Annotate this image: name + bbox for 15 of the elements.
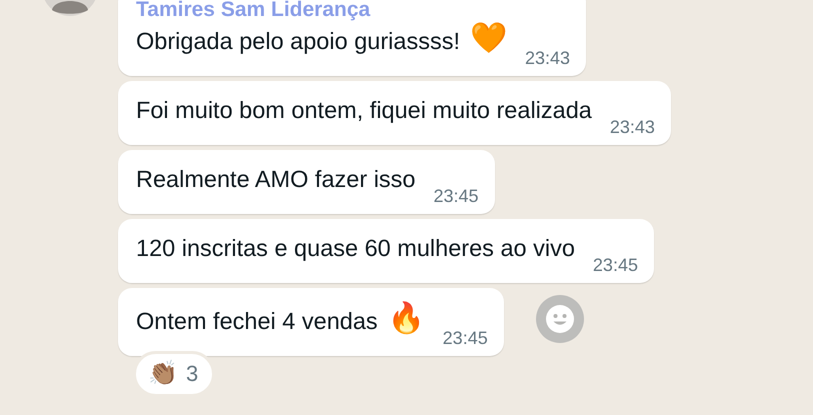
message-time: 23:45	[434, 186, 479, 206]
message-text: Foi muito bom ontem, fiquei muito realizada	[136, 96, 592, 125]
message-text: 120 inscritas e quase 60 mulheres ao vivo	[136, 234, 575, 263]
sender-name: Tamires Sam Liderança	[136, 0, 372, 22]
message-text: Obrigada pelo apoio guriassss!	[136, 27, 460, 56]
message-time: 23:45	[442, 328, 488, 348]
message-text: Realmente AMO fazer isso	[136, 165, 416, 194]
message-time: 23:43	[610, 117, 655, 137]
message-time: 23:43	[524, 48, 570, 68]
emoji: 🔥	[388, 302, 425, 336]
smiley-icon	[544, 304, 575, 334]
emoji: 🧡	[470, 22, 507, 56]
add-reaction-button[interactable]	[536, 295, 584, 343]
message-time: 23:45	[592, 255, 638, 275]
message-text: Ontem fechei 4 vendas	[136, 307, 378, 336]
